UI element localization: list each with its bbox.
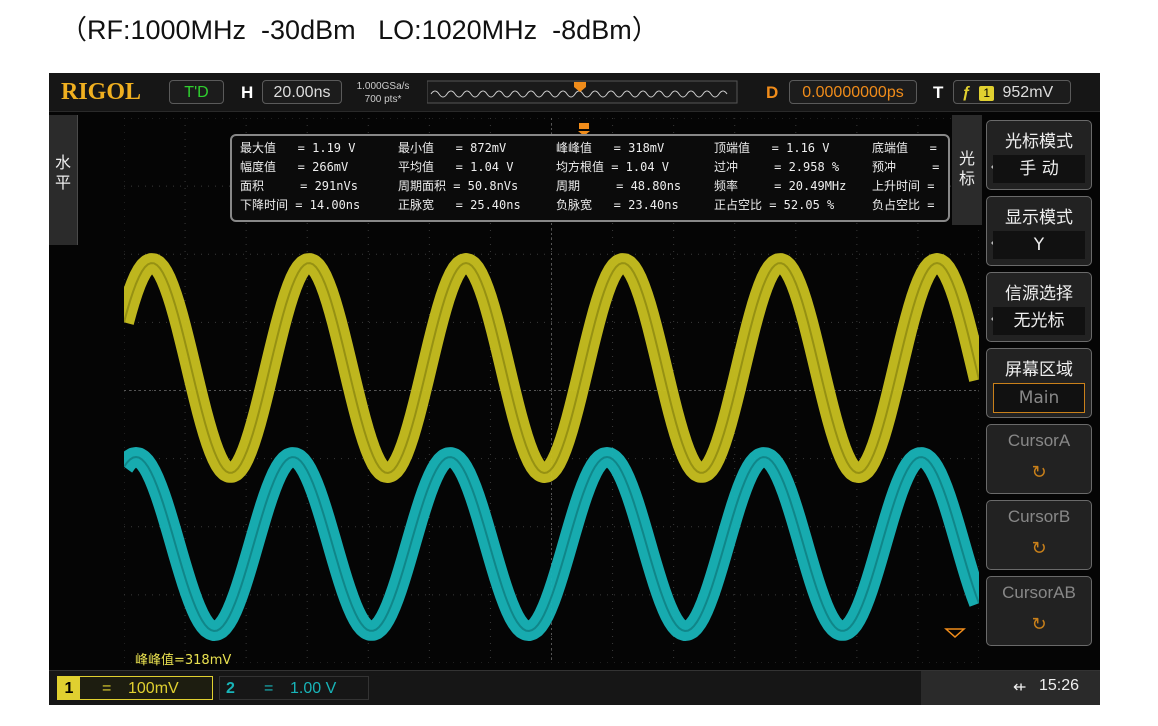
measurement-item: 最大值 = 1.19 V (240, 141, 356, 155)
top-status-bar: RIGOL T'D H 20.00ns 1.000GSa/s 700 pts* … (49, 73, 1100, 112)
delay-value[interactable]: 0.00000000ps (789, 80, 917, 104)
cursor-mode-button[interactable]: 光标模式 手 动 (986, 120, 1092, 190)
trigger-level: 952mV (1002, 84, 1054, 101)
timebase-value[interactable]: 20.00ns (262, 80, 342, 104)
measurement-item: 平均值 = 1.04 V (398, 160, 514, 174)
cursor-menu-tab[interactable]: 光 标 (952, 115, 982, 225)
caption-text: （RF:1000MHz -30dBm LO:1020MHz -8dBm） (60, 15, 659, 45)
measurement-item: 正脉宽 = 25.40ns (398, 198, 521, 212)
measurement-item: 预冲 = (872, 160, 940, 174)
display-mode-value: Y (993, 231, 1085, 259)
trigger-channel-badge: 1 (979, 86, 995, 101)
measurement-item: 负占空比 = (872, 198, 935, 212)
bottom-status-bar: 1 = 100mV 2 = 1.00 V ⇷ 15:26 (49, 670, 1100, 705)
measurement-item: 幅度值 = 266mV (240, 160, 349, 174)
cursor-ab-button[interactable]: CursorAB ↻ (986, 576, 1092, 646)
dc-coupling-icon: = (264, 680, 274, 697)
brand-logo: RIGOL (61, 79, 142, 105)
rising-edge-icon: ƒ (962, 84, 971, 101)
cursor-tab-char-1: 光 (958, 149, 975, 168)
channel-1-scale: 100mV (128, 680, 179, 697)
measurement-item: 顶端值 = 1.16 V (714, 141, 830, 155)
measurement-item: 周期 = 48.80ns (556, 179, 682, 193)
channel-1-badge: 1 (58, 677, 80, 699)
rotate-knob-icon: ↻ (1031, 538, 1047, 559)
cursor-mode-value: 手 动 (993, 155, 1085, 183)
measurement-item: 过冲 = 2.958 % (714, 160, 840, 174)
clock-time: 15:26 (1039, 677, 1080, 694)
measurement-item: 底端值 = (872, 141, 937, 155)
horizontal-menu-tab[interactable]: 水 平 (49, 115, 78, 245)
source-select-button[interactable]: 信源选择 无光标 (986, 272, 1092, 342)
screen-region-button[interactable]: 屏幕区域 Main (986, 348, 1092, 418)
measurement-item: 最小值 = 872mV (398, 141, 507, 155)
trigger-level-marker (944, 628, 966, 639)
measurement-item: 周期面积 = 50.8nVs (398, 179, 519, 193)
source-select-title: 信源选择 (1005, 284, 1073, 304)
usb-icon: ⇷ (1013, 677, 1027, 696)
dc-coupling-icon: = (102, 680, 112, 697)
cursor-b-button[interactable]: CursorB ↻ (986, 500, 1092, 570)
horizontal-label: H (241, 83, 254, 102)
cursor-mode-title: 光标模式 (1005, 132, 1073, 152)
trigger-mode-button[interactable]: T'D (169, 80, 224, 104)
cursor-a-button[interactable]: CursorA ↻ (986, 424, 1092, 494)
screen-region-value: Main (993, 383, 1085, 413)
channel-1-settings[interactable]: 1 = 100mV (57, 676, 213, 700)
measurement-item: 正占空比 = 52.05 % (714, 198, 835, 212)
horizontal-tab-char-2: 平 (54, 173, 71, 192)
measurement-panel: 最大值 = 1.19 V 最小值 = 872mV 峰峰值 = 318mV 顶端值 = … (230, 134, 950, 222)
cursor-a-title: CursorA (1007, 431, 1071, 450)
status-area: ⇷ 15:26 (921, 671, 1100, 705)
cursor-b-title: CursorB (1007, 507, 1071, 526)
channel-2-scale: 1.00 V (290, 680, 337, 697)
rotate-knob-icon: ↻ (1031, 614, 1047, 635)
measurement-item: 均方根值 = 1.04 V (556, 160, 670, 174)
measurement-item: 下降时间 = 14.00ns (240, 198, 361, 212)
oscilloscope-screen: RIGOL T'D H 20.00ns 1.000GSa/s 700 pts* … (49, 73, 1100, 705)
measurement-item: 上升时间 = (872, 179, 935, 193)
rotate-knob-icon: ↻ (1031, 462, 1047, 483)
horizontal-tab-char-1: 水 (54, 153, 71, 172)
cursor-ab-title: CursorAB (1002, 583, 1076, 602)
delay-label: D (766, 83, 779, 102)
measurement-item: 负脉宽 = 23.40ns (556, 198, 679, 212)
measurement-item: 面积 = 291nVs (240, 179, 358, 193)
channel-2-badge: 2 (226, 680, 235, 697)
memory-depth: 700 pts* (364, 94, 402, 105)
source-select-value: 无光标 (993, 307, 1085, 335)
display-mode-button[interactable]: 显示模式 Y (986, 196, 1092, 266)
sample-rate: 1.000GSa/s (356, 81, 410, 92)
trigger-settings[interactable]: ƒ 1 952mV (953, 80, 1071, 104)
measurement-item: 峰峰值 = 318mV (556, 141, 665, 155)
display-mode-title: 显示模式 (1005, 208, 1073, 228)
waveform-position-indicator[interactable] (427, 79, 739, 107)
channel-2-settings[interactable]: 2 = 1.00 V (219, 676, 369, 700)
peak-to-peak-label: 峰峰值=318mV (135, 653, 232, 668)
measurement-item: 频率 = 20.49MHz (714, 179, 847, 193)
trigger-label: T (933, 83, 944, 102)
cursor-tab-char-2: 标 (958, 169, 975, 188)
screen-region-title: 屏幕区域 (1005, 360, 1073, 380)
